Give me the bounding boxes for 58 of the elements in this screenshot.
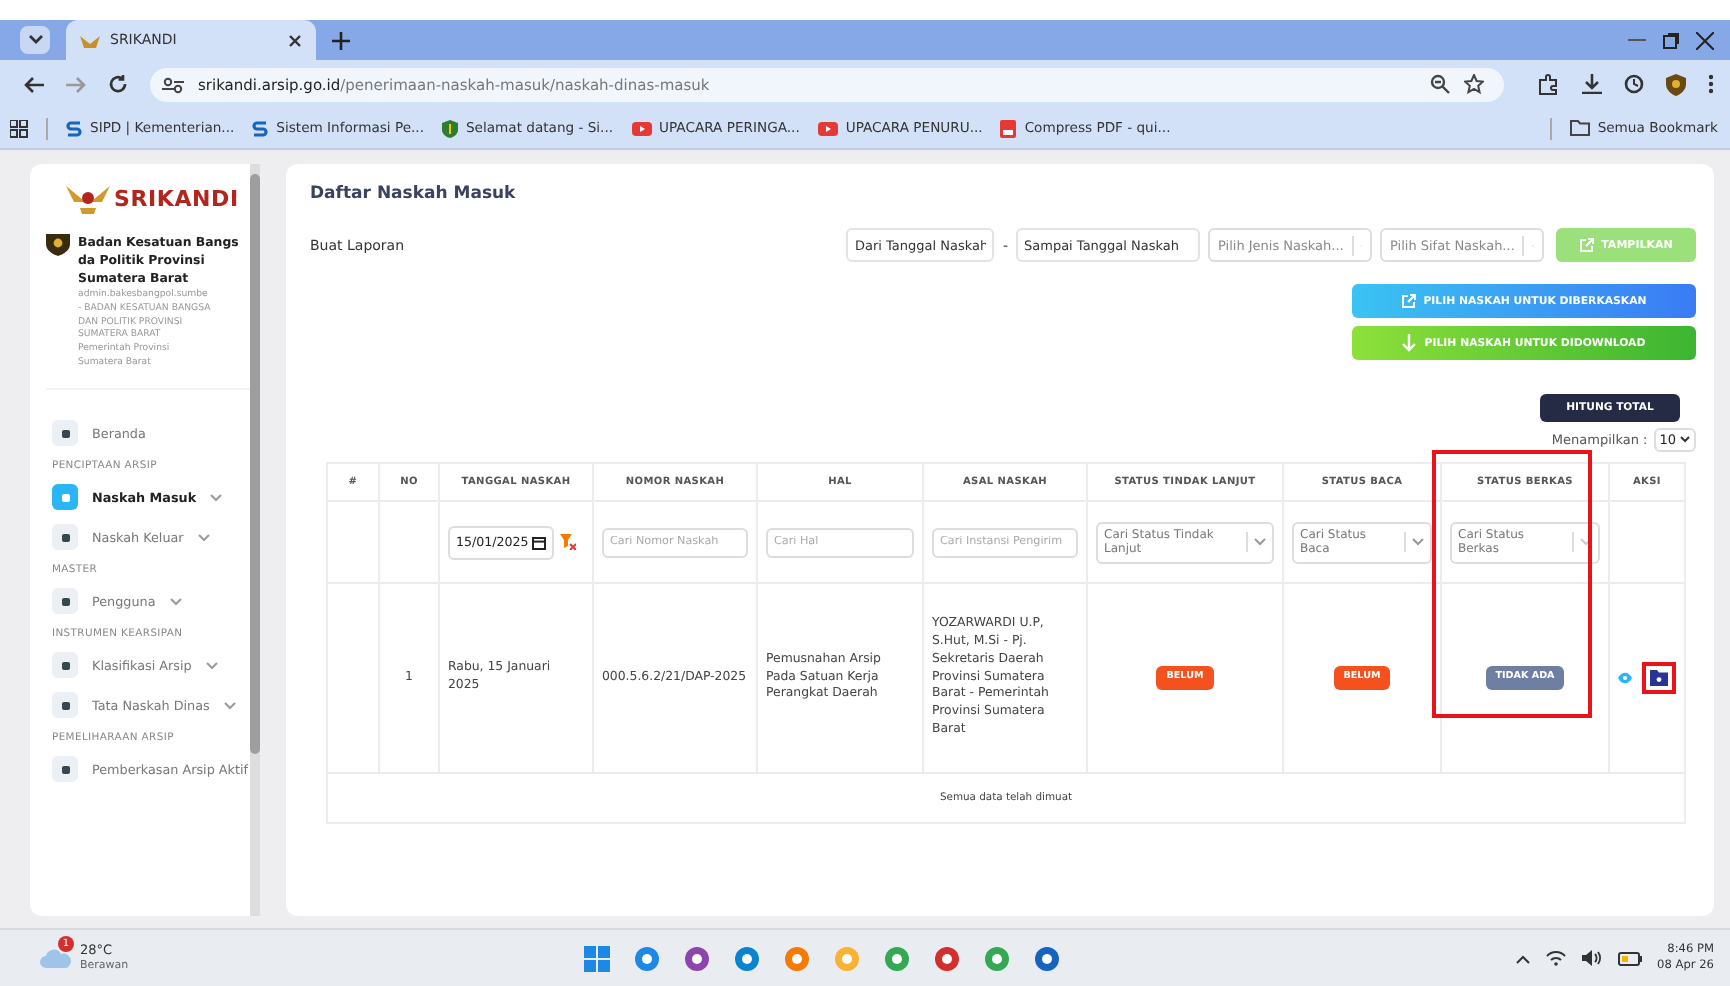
play-icon: [631, 121, 652, 135]
app-icon[interactable]: [883, 945, 910, 971]
folder-icon: [1650, 670, 1668, 686]
menu-item-icon: [52, 484, 78, 511]
zoom-icon[interactable]: [1430, 74, 1450, 94]
folder-icon: [1569, 120, 1590, 136]
menu-item-icon: [52, 588, 78, 615]
shield-icon: [46, 234, 70, 256]
app-icon[interactable]: [1033, 945, 1060, 971]
battery-icon[interactable]: [1617, 951, 1642, 965]
shield-icon[interactable]: [1666, 73, 1686, 95]
speaker-icon[interactable]: [1581, 950, 1602, 966]
app-icon[interactable]: [933, 945, 960, 971]
external-link-icon: [1579, 238, 1594, 252]
back-icon[interactable]: [24, 75, 44, 93]
new-tab-icon[interactable]: [332, 31, 350, 49]
windows-start-icon[interactable]: [583, 945, 610, 971]
page-title: Daftar Naskah Masuk: [310, 184, 518, 204]
emblem-icon: [66, 180, 110, 216]
scrollbar[interactable]: [250, 164, 260, 916]
app-icon[interactable]: [733, 945, 760, 971]
star-icon[interactable]: [1464, 74, 1484, 94]
clear-filter-icon[interactable]: [560, 534, 577, 550]
close-icon[interactable]: [288, 33, 302, 47]
menu-item-icon: [52, 756, 78, 783]
folder-button[interactable]: [1642, 662, 1676, 694]
download-icon[interactable]: [1582, 74, 1602, 94]
favicon-icon: [66, 119, 82, 137]
calendar-icon[interactable]: [532, 535, 547, 549]
menu-item-icon: [52, 652, 78, 679]
chevron-up-icon[interactable]: [1515, 953, 1530, 963]
wifi-icon[interactable]: [1545, 950, 1566, 966]
cloud-icon: [40, 946, 72, 970]
menu-item-icon: [52, 692, 78, 719]
history-icon[interactable]: [1624, 74, 1644, 94]
close-icon[interactable]: [1696, 31, 1714, 49]
document-icon: [1000, 119, 1017, 137]
shield-icon: [441, 119, 458, 137]
extensions-icon[interactable]: [1538, 73, 1560, 95]
play-icon: [817, 121, 838, 135]
menu-item-icon: [52, 420, 78, 447]
external-link-icon: [1401, 294, 1416, 308]
menu-icon[interactable]: [1708, 74, 1714, 94]
app-icon[interactable]: [783, 945, 810, 971]
minimize-icon[interactable]: [1628, 38, 1646, 42]
menu-item-icon: [52, 524, 78, 551]
restore-icon[interactable]: [1662, 31, 1680, 49]
app-icon[interactable]: [683, 945, 710, 971]
app-icon[interactable]: [633, 945, 660, 971]
favicon-icon: [252, 119, 269, 137]
app-icon[interactable]: [983, 945, 1010, 971]
site-settings-icon[interactable]: [162, 75, 184, 93]
arrow-down-icon: [1402, 334, 1417, 352]
emblem-icon: [80, 32, 100, 48]
apps-grid-icon[interactable]: [10, 119, 28, 137]
reload-icon[interactable]: [108, 74, 128, 94]
logo-text: SRIKANDI: [114, 185, 239, 211]
tab-list-button[interactable]: [20, 26, 50, 54]
